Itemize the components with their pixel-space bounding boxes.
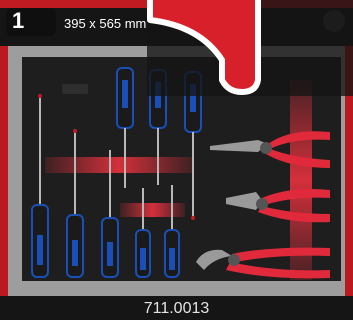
article-number: 711.0013 (143, 300, 210, 317)
product-image: 1 395 x 565 mm 711.0013 (0, 0, 353, 320)
check-mark-icon (147, 0, 261, 95)
